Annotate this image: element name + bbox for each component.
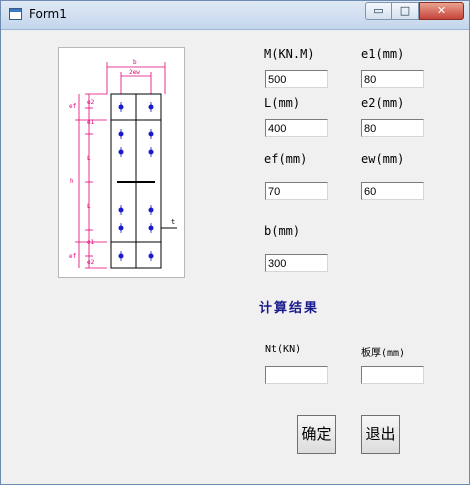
result-heading: 计算结果	[259, 301, 320, 316]
label-l: L(mm)	[264, 96, 301, 110]
minimize-button[interactable]: ▭	[365, 2, 392, 20]
maximize-button[interactable]: □	[392, 2, 419, 20]
input-b[interactable]: 300	[265, 254, 328, 272]
input-ew[interactable]: 60	[361, 182, 424, 200]
output-nt[interactable]	[265, 366, 328, 384]
input-ef[interactable]: 70	[265, 182, 328, 200]
dim-e2-top: e2	[87, 99, 95, 106]
dim-e1-top: e1	[87, 119, 95, 126]
label-nt: Nt(KN)	[265, 344, 302, 355]
dim-l-bottom: L	[87, 203, 91, 210]
label-b: b(mm)	[264, 224, 301, 238]
label-m: M(KN.M)	[264, 47, 315, 61]
dim-ef-top: ef	[69, 103, 77, 110]
app-icon	[9, 8, 22, 20]
close-icon: ✕	[436, 4, 447, 17]
input-e2[interactable]: 80	[361, 119, 424, 137]
input-l[interactable]: 400	[265, 119, 328, 137]
maximize-icon: □	[399, 4, 411, 17]
dim-h: h	[70, 178, 74, 185]
dimension-lines	[75, 62, 166, 269]
dim-b: b	[133, 59, 137, 66]
dim-2ew: 2ew	[129, 69, 140, 76]
label-thickness: 板厚(mm)	[361, 348, 406, 359]
output-thickness[interactable]	[361, 366, 424, 384]
form1-window: Form1 ▭ □ ✕ b 2ew h ef ef e2 e1 L L e1 e…	[0, 0, 470, 485]
connection-drawing: b 2ew h ef ef e2 e1 L L e1 e2 t	[58, 47, 185, 278]
exit-button[interactable]: 退出	[361, 415, 400, 454]
label-ef: ef(mm)	[264, 152, 308, 166]
close-button[interactable]: ✕	[419, 2, 464, 20]
dim-e2-bottom: e2	[87, 259, 95, 266]
ok-button[interactable]: 确定	[297, 415, 336, 454]
connection-diagram: b 2ew h ef ef e2 e1 L L e1 e2 t	[69, 59, 177, 269]
label-e1: e1(mm)	[361, 47, 405, 61]
input-e1[interactable]: 80	[361, 70, 424, 88]
input-m[interactable]: 500	[265, 70, 328, 88]
minimize-icon: ▭	[373, 4, 384, 17]
title-bar: Form1 ▭ □ ✕	[1, 1, 469, 30]
dim-e1-bottom: e1	[87, 239, 95, 246]
dimension-labels: b 2ew h ef ef e2 e1 L L e1 e2	[69, 59, 140, 266]
window-title: Form1	[29, 7, 67, 21]
dim-ef-bottom: ef	[69, 253, 77, 260]
dim-l-top: L	[87, 155, 91, 162]
end-plate	[110, 93, 177, 269]
plate-t-label: t	[171, 218, 175, 226]
label-ew: ew(mm)	[361, 152, 405, 166]
label-e2: e2(mm)	[361, 96, 405, 110]
